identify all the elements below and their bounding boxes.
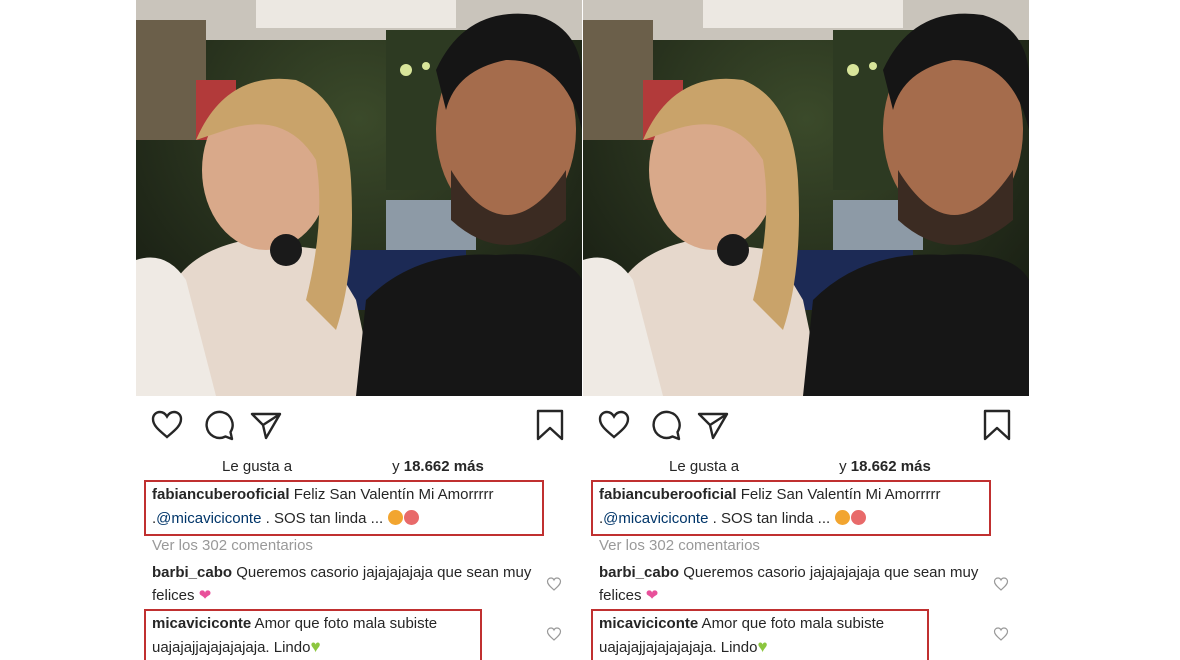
post-photo[interactable] xyxy=(136,0,582,396)
comment-item: barbi_cabo Queremos casorio jajajajajaja… xyxy=(599,561,979,607)
comment-item: micaviciconte Amor que foto mala subiste… xyxy=(599,612,929,659)
comment-like-heart-icon xyxy=(993,577,1009,591)
likes-line: Le gusta a y 18.662 más xyxy=(669,458,931,475)
bookmark-icon xyxy=(983,409,1011,441)
comment-username[interactable]: barbi_cabo xyxy=(599,564,679,581)
comment-button[interactable] xyxy=(648,408,682,442)
likes-count[interactable]: 18.662 más xyxy=(851,458,931,475)
caption-text-after: . SOS tan linda ... xyxy=(708,510,835,527)
like-button[interactable] xyxy=(150,408,184,442)
selfie-couple-image xyxy=(136,0,582,396)
comment-username[interactable]: micaviciconte xyxy=(599,615,698,632)
bookmark-icon xyxy=(536,409,564,441)
kiss-emoji-icon xyxy=(851,510,867,525)
likes-line: Le gusta a y 18.662 más xyxy=(222,458,484,475)
comment-item: micaviciconte Amor que foto mala subiste… xyxy=(152,612,482,659)
selfie-couple-image xyxy=(583,0,1029,396)
like-button[interactable] xyxy=(597,408,631,442)
likes-count[interactable]: 18.662 más xyxy=(404,458,484,475)
save-button[interactable] xyxy=(980,408,1014,442)
share-icon xyxy=(250,412,282,440)
comment-like-heart-icon xyxy=(546,627,562,641)
green-heart-emoji-icon: ♥ xyxy=(310,637,321,656)
likes-prefix: Le gusta a xyxy=(222,458,293,475)
comment-username[interactable]: barbi_cabo xyxy=(152,564,232,581)
comment-like-button[interactable] xyxy=(993,626,1009,642)
hug-emoji-icon xyxy=(835,510,851,525)
post-caption: fabiancuberooficial Feliz San Valentín M… xyxy=(599,483,995,531)
heart-icon xyxy=(598,410,630,439)
comment-like-heart-icon xyxy=(993,627,1009,641)
share-button[interactable] xyxy=(696,408,730,442)
post-photo[interactable] xyxy=(583,0,1029,396)
caption-username[interactable]: fabiancuberooficial xyxy=(599,486,737,503)
share-button[interactable] xyxy=(249,408,283,442)
view-all-comments-link[interactable]: Ver los 302 comentarios xyxy=(599,537,760,554)
caption-mention[interactable]: @micaviciconte xyxy=(603,510,708,527)
comment-like-button[interactable] xyxy=(993,576,1009,592)
caption-text-after: . SOS tan linda ... xyxy=(261,510,388,527)
caption-mention[interactable]: @micaviciconte xyxy=(156,510,261,527)
comment-icon xyxy=(205,410,234,441)
view-all-comments-link[interactable]: Ver los 302 comentarios xyxy=(152,537,313,554)
share-icon xyxy=(697,412,729,440)
comment-like-button[interactable] xyxy=(546,576,562,592)
pink-heart-emoji-icon: ❤ xyxy=(645,587,659,604)
action-bar xyxy=(583,396,1029,454)
comment-like-button[interactable] xyxy=(546,626,562,642)
heart-icon xyxy=(151,410,183,439)
instagram-post-left: Le gusta a y 18.662 más fabiancuberoofici… xyxy=(136,0,582,660)
kiss-emoji-icon xyxy=(404,510,420,525)
instagram-post-right: Le gusta a y 18.662 más fabiancuberoofici… xyxy=(583,0,1029,660)
likes-y: y xyxy=(839,458,847,475)
comment-icon xyxy=(652,410,681,441)
action-bar xyxy=(136,396,582,454)
pink-heart-emoji-icon: ❤ xyxy=(198,587,212,604)
comment-button[interactable] xyxy=(201,408,235,442)
save-button[interactable] xyxy=(533,408,567,442)
likes-y: y xyxy=(392,458,400,475)
comment-username[interactable]: micaviciconte xyxy=(152,615,251,632)
comment-like-heart-icon xyxy=(546,577,562,591)
likes-prefix: Le gusta a xyxy=(669,458,740,475)
green-heart-emoji-icon: ♥ xyxy=(757,637,768,656)
caption-username[interactable]: fabiancuberooficial xyxy=(152,486,290,503)
hug-emoji-icon xyxy=(388,510,404,525)
comment-item: barbi_cabo Queremos casorio jajajajajaja… xyxy=(152,561,532,607)
post-caption: fabiancuberooficial Feliz San Valentín M… xyxy=(152,483,548,531)
